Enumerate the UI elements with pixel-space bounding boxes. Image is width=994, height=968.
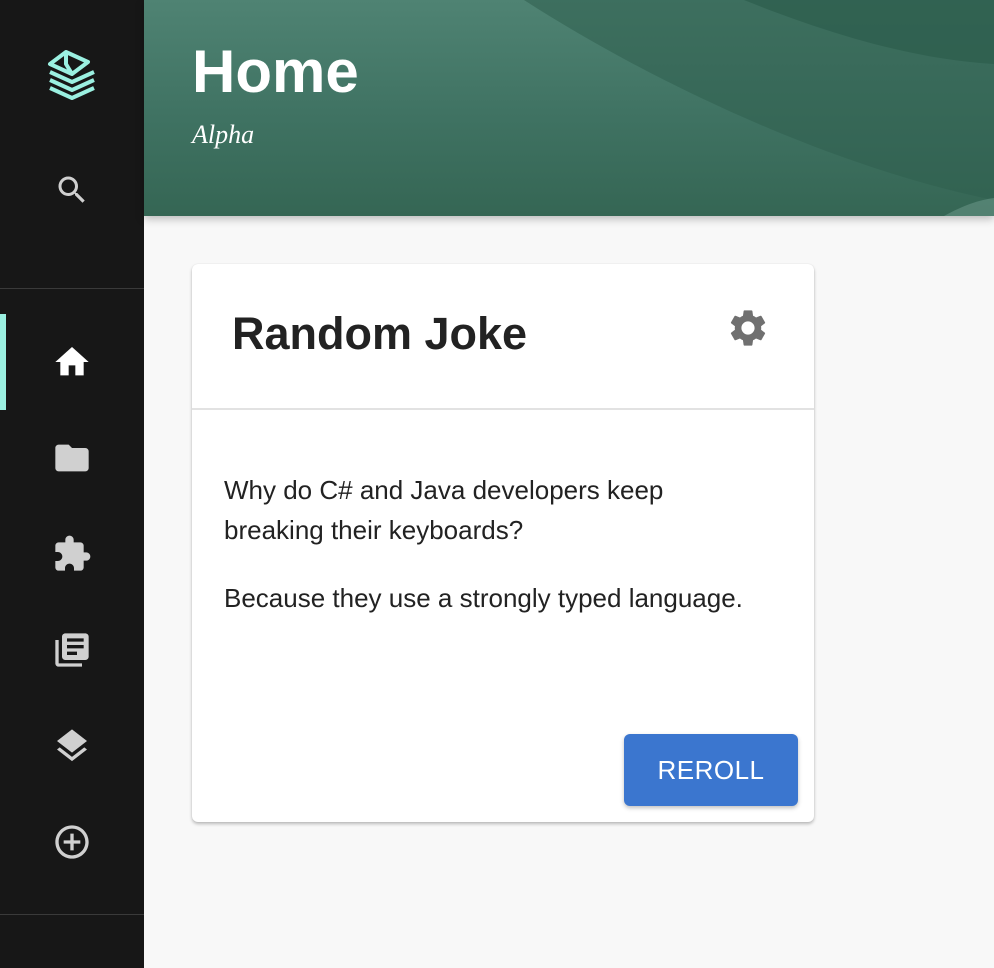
sidebar [0, 0, 144, 968]
add-circle-icon[interactable] [50, 820, 94, 864]
gear-icon[interactable] [724, 304, 772, 352]
sidebar-divider [0, 288, 144, 289]
folder-icon[interactable] [50, 436, 94, 480]
page-header: Home Alpha [144, 0, 994, 216]
joke-punchline: Because they use a strongly typed langua… [224, 583, 743, 613]
page-subtitle: Alpha [192, 120, 255, 149]
page-title: Home [192, 38, 359, 105]
card-title: Random Joke [232, 308, 528, 359]
search-icon[interactable] [50, 168, 94, 212]
puzzle-icon[interactable] [50, 532, 94, 576]
active-indicator [0, 314, 6, 410]
layers-icon[interactable] [50, 724, 94, 768]
card-header: Random Joke [192, 264, 814, 410]
reroll-button[interactable]: REROLL [624, 734, 798, 806]
backstage-logo-icon[interactable] [44, 44, 100, 104]
random-joke-card: Random Joke Why do C# and Java developer… [192, 264, 814, 822]
sidebar-divider-bottom [0, 914, 144, 915]
joke-setup: Why do C# and Java developers keep break… [224, 475, 664, 545]
card-body: Why do C# and Java developers keep break… [224, 470, 764, 646]
header-wave-decoration [524, 0, 994, 216]
library-books-icon[interactable] [50, 628, 94, 672]
home-icon[interactable] [50, 340, 94, 384]
